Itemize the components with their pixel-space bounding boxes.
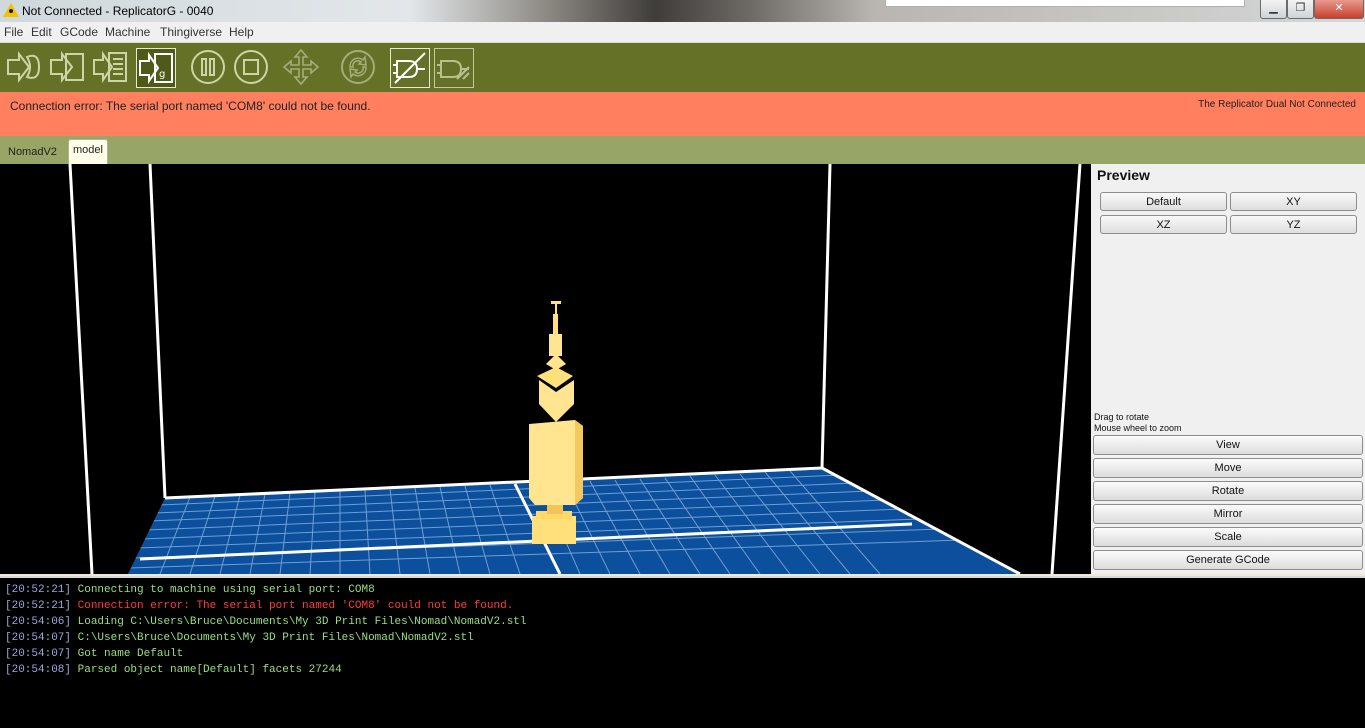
- status-message: Connection error: The serial port named …: [10, 99, 371, 113]
- tab-bar: NomadV2 model: [0, 136, 1365, 165]
- build-to-file-button[interactable]: [48, 48, 86, 86]
- log-timestamp: [20:54:08]: [5, 664, 72, 676]
- reset-button[interactable]: [339, 48, 377, 86]
- menu-edit[interactable]: Edit: [31, 25, 52, 39]
- status-bar: Connection error: The serial port named …: [0, 92, 1365, 136]
- minimize-button[interactable]: ▁: [1260, 0, 1287, 19]
- log-timestamp: [20:52:21]: [5, 600, 72, 612]
- stop-button[interactable]: [232, 48, 270, 86]
- zoom-hint: Mouse wheel to zoom: [1094, 423, 1182, 433]
- view-tool-button[interactable]: View: [1093, 435, 1363, 455]
- log-line: [20:54:06] Loading C:\Users\Bruce\Docume…: [5, 616, 527, 628]
- console-log[interactable]: [20:52:21] Connecting to machine using s…: [0, 576, 1365, 728]
- view-xy-button[interactable]: XY: [1230, 192, 1357, 211]
- mirror-tool-button[interactable]: Mirror: [1093, 504, 1363, 524]
- log-message: Parsed object name[Default] facets 27244: [77, 664, 342, 676]
- generate-gcode-button[interactable]: Generate GCode: [1093, 550, 1363, 570]
- window-title: Not Connected - ReplicatorG - 0040: [22, 4, 214, 18]
- log-timestamp: [20:52:21]: [5, 584, 72, 596]
- tab-model[interactable]: model: [68, 139, 108, 165]
- build-from-sd-button[interactable]: g: [136, 48, 176, 88]
- model-viewport[interactable]: [0, 164, 1091, 574]
- arrow-into-object-icon: [7, 51, 41, 83]
- preview-panel: Preview Default XY XZ YZ Drag to rotate …: [1091, 164, 1365, 574]
- move-tool-button[interactable]: Move: [1093, 458, 1363, 478]
- log-message: Loading C:\Users\Bruce\Documents\My 3D P…: [77, 616, 527, 628]
- menu-file[interactable]: File: [4, 25, 23, 39]
- log-timestamp: [20:54:07]: [5, 648, 72, 660]
- build-button[interactable]: [5, 48, 43, 86]
- background-window-field: [885, 0, 1245, 7]
- rotate-hint: Drag to rotate: [1094, 412, 1150, 422]
- maximize-button[interactable]: ❐: [1287, 0, 1314, 19]
- log-message: Got name Default: [77, 648, 184, 660]
- log-line: [20:52:21] Connection error: The serial …: [5, 600, 513, 612]
- machine-status: The Replicator Dual Not Connected: [1198, 99, 1356, 110]
- arrow-into-list-icon: [93, 50, 127, 84]
- log-line: [20:54:07] C:\Users\Bruce\Documents\My 3…: [5, 632, 474, 644]
- scale-tool-button[interactable]: Scale: [1093, 527, 1363, 547]
- log-timestamp: [20:54:07]: [5, 632, 72, 644]
- log-line: [20:54:07] Got name Default: [5, 648, 183, 660]
- connect-button[interactable]: [390, 48, 430, 88]
- log-line: [20:52:21] Connecting to machine using s…: [5, 584, 375, 596]
- reset-cycle-icon: [341, 50, 375, 84]
- svg-text:g: g: [159, 69, 165, 80]
- preview-title: Preview: [1097, 167, 1150, 183]
- log-timestamp: [20:54:06]: [5, 616, 72, 628]
- menu-bar: File Edit GCode Machine Thingiverse Help: [0, 22, 1365, 43]
- arrow-into-file-icon: [50, 51, 84, 83]
- view-yz-button[interactable]: YZ: [1230, 215, 1357, 234]
- tab-nomadv2[interactable]: NomadV2: [4, 141, 61, 163]
- title-bar: Not Connected - ReplicatorG - 0040 ▁ ❐ ✕: [0, 0, 1365, 22]
- plug-connect-icon: [393, 52, 426, 84]
- build-volume-scene: [68, 164, 1082, 574]
- view-default-button[interactable]: Default: [1100, 192, 1227, 211]
- view-xz-button[interactable]: XZ: [1100, 215, 1227, 234]
- warning-icon-mark: [9, 9, 13, 13]
- menu-help[interactable]: Help: [229, 25, 254, 39]
- menu-thingiverse[interactable]: Thingiverse: [160, 25, 222, 39]
- move-arrows-icon: [282, 48, 320, 86]
- disconnect-button[interactable]: [434, 48, 474, 88]
- log-error-message: Connection error: The serial port named …: [77, 600, 514, 612]
- rotate-tool-button[interactable]: Rotate: [1093, 481, 1363, 501]
- menu-gcode[interactable]: GCode: [60, 25, 98, 39]
- plug-disconnect-icon: [437, 60, 470, 80]
- close-button[interactable]: ✕: [1314, 0, 1364, 19]
- arrow-into-gcode-icon: g: [139, 51, 173, 85]
- pause-button[interactable]: [189, 48, 227, 86]
- upload-to-sd-button[interactable]: [91, 48, 129, 86]
- log-line: [20:54:08] Parsed object name[Default] f…: [5, 664, 342, 676]
- log-message: C:\Users\Bruce\Documents\My 3D Print Fil…: [77, 632, 474, 644]
- toolbar: g: [0, 43, 1365, 92]
- menu-machine[interactable]: Machine: [105, 25, 150, 39]
- control-panel-button[interactable]: [282, 48, 320, 86]
- stop-icon: [234, 50, 268, 84]
- log-message: Connecting to machine using serial port:…: [77, 584, 375, 596]
- pause-icon: [191, 50, 225, 84]
